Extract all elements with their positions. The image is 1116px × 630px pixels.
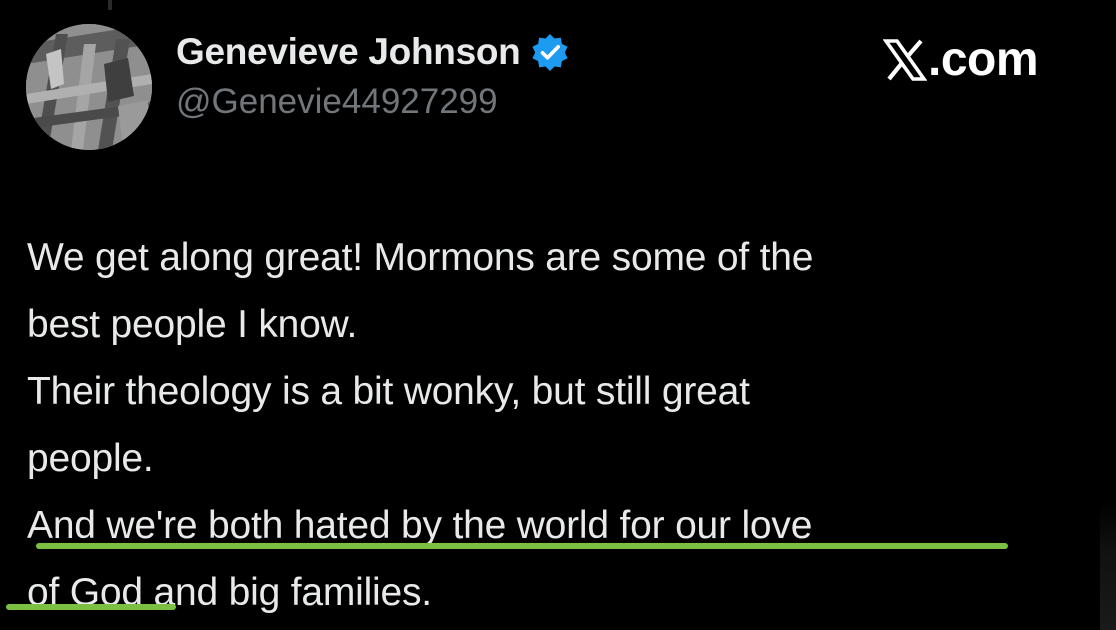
brand-domain: .com (928, 33, 1039, 86)
green-highlight-underline (36, 543, 1008, 549)
green-highlight-underline (6, 604, 176, 610)
user-handle[interactable]: @Genevie44927299 (176, 82, 498, 122)
display-name[interactable]: Genevieve Johnson (176, 31, 521, 73)
avatar-photo-icon (26, 24, 152, 150)
tweet-card: Genevieve Johnson @Genevie44927299 .com … (0, 0, 1116, 630)
edge-shadow (1100, 500, 1116, 630)
tweet-line: Their theology is a bit wonky, but still… (27, 370, 750, 413)
tweet-line: people. (27, 437, 154, 480)
tweet-line: of God and big families. (27, 571, 432, 614)
top-edge-artifact (108, 0, 112, 10)
tweet-body: We get along great! Mormons are some of … (27, 224, 1087, 626)
display-name-row[interactable]: Genevieve Johnson (176, 31, 570, 73)
verified-badge-icon (530, 32, 570, 72)
tweet-line: We get along great! Mormons are some of … (27, 236, 814, 279)
brand-watermark: .com (882, 32, 1039, 87)
x-logo-icon (882, 38, 928, 82)
avatar[interactable] (26, 24, 152, 150)
tweet-line: best people I know. (27, 303, 358, 346)
